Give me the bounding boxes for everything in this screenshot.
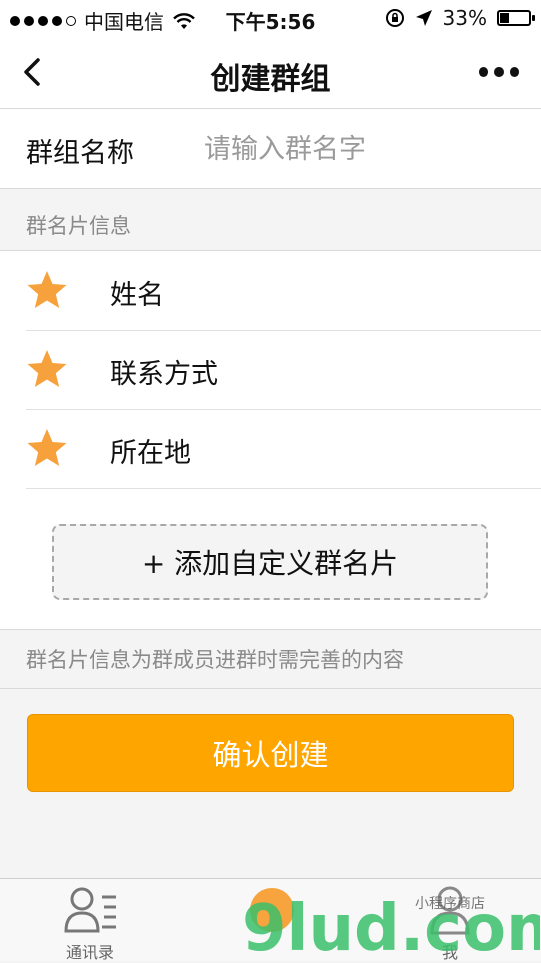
add-custom-card-button[interactable]: + 添加自定义群名片 xyxy=(52,524,488,600)
star-icon xyxy=(27,350,67,387)
battery-percent: 33% xyxy=(442,6,487,30)
field-label: 联系方式 xyxy=(110,359,218,390)
status-bar: 中国电信 下午5:56 33% xyxy=(0,0,541,36)
card-hint-text: 群名片信息为群成员进群时需完善的内容 xyxy=(26,648,404,672)
page-title: 创建群组 xyxy=(210,62,331,97)
more-icon[interactable] xyxy=(479,60,519,84)
tab-label: 通讯录 xyxy=(65,943,114,962)
tab-contacts[interactable]: 通讯录 xyxy=(30,879,150,962)
location-arrow-icon xyxy=(415,10,432,26)
battery-icon xyxy=(497,10,535,26)
field-label: 所在地 xyxy=(110,438,191,469)
confirm-create-button[interactable]: 确认创建 xyxy=(27,714,514,792)
list-item[interactable]: 姓名 xyxy=(26,251,541,331)
card-section-header: 群名片信息 xyxy=(26,214,131,238)
divider xyxy=(0,688,541,689)
star-icon xyxy=(27,271,67,308)
field-label: 姓名 xyxy=(110,280,164,311)
list-item[interactable]: 所在地 xyxy=(26,409,541,489)
nav-bar: 创建群组 xyxy=(0,36,541,109)
contacts-icon xyxy=(64,887,116,933)
watermark-text: 9lud.com xyxy=(242,892,540,960)
group-name-label: 群组名称 xyxy=(26,138,134,169)
list-item[interactable]: 联系方式 xyxy=(26,330,541,410)
watermark-subtext: 小程序商店 xyxy=(415,896,485,912)
rotation-lock-icon xyxy=(385,9,404,27)
status-right: 33% xyxy=(385,6,535,30)
group-name-input[interactable] xyxy=(202,125,526,173)
card-field-list: 姓名 联系方式 所在地 + 添加自定义群名片 xyxy=(0,250,541,630)
star-icon xyxy=(27,429,67,466)
watermark-logo: 9lud.com 小程序商店 xyxy=(242,888,540,960)
group-name-row: 群组名称 xyxy=(0,109,541,189)
